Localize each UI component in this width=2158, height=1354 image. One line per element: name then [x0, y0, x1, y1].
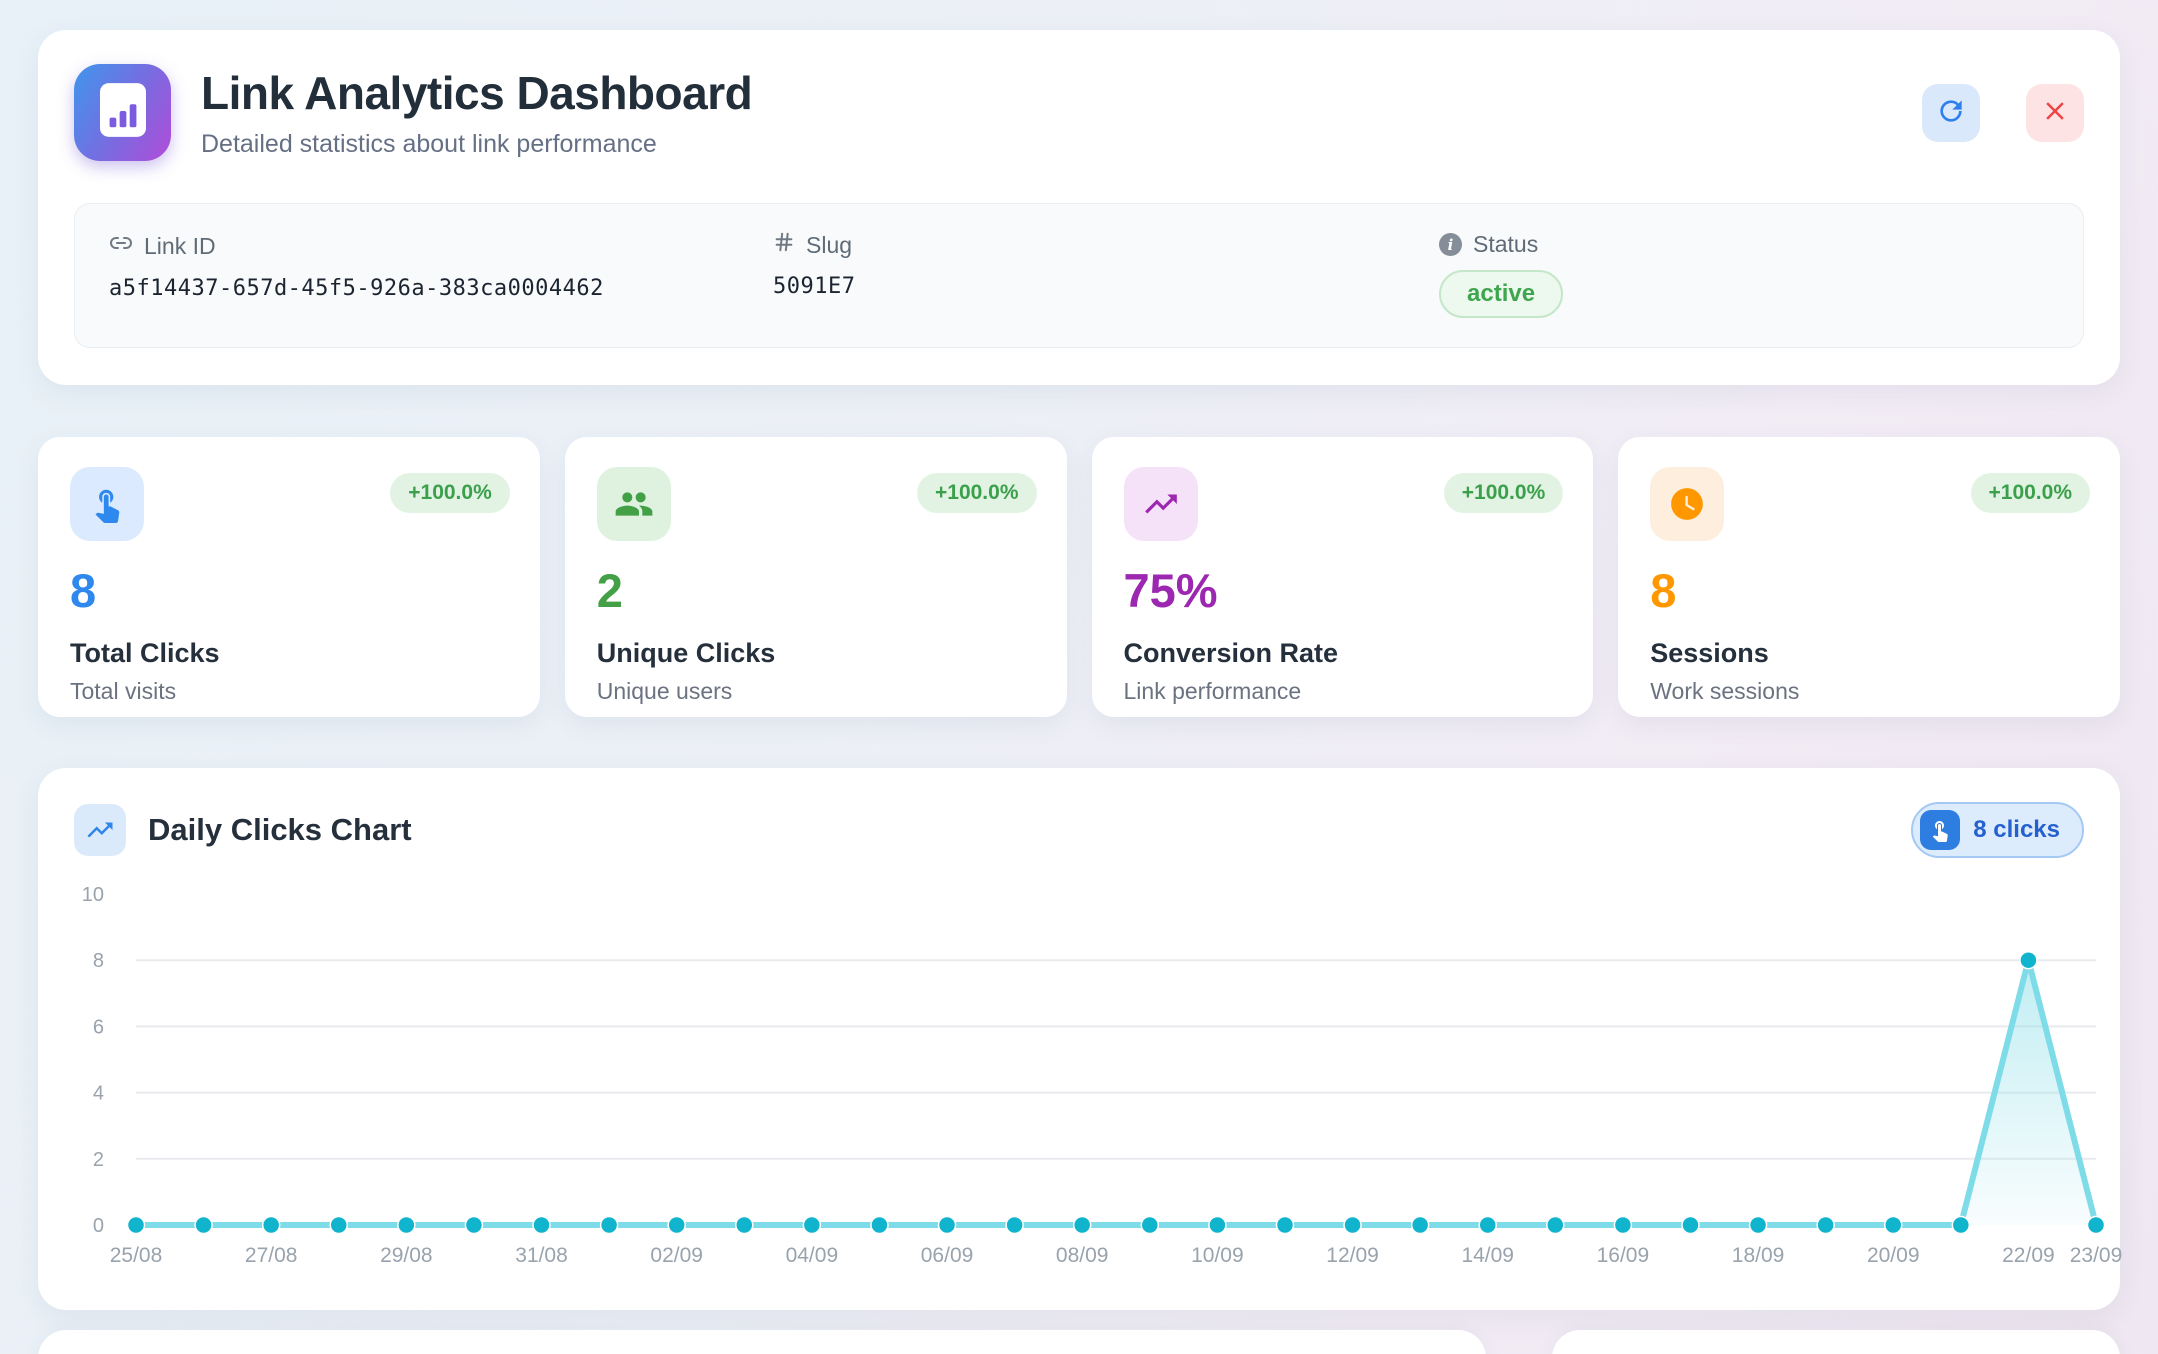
daily-clicks-chart-card: Daily Clicks Chart 8 clicks 0 2 4 6 8 10 25/08… — [38, 768, 2120, 1310]
change-badge: +100.0% — [1444, 473, 1564, 513]
app-logo — [74, 64, 171, 161]
total-clicks-chip[interactable]: 8 clicks — [1911, 802, 2084, 858]
slug-field: Slug 5091E7 — [773, 231, 1439, 347]
tap-icon — [1920, 810, 1960, 850]
link-info-bar: Link ID a5f14437-657d-45f5-926a-383ca000… — [74, 203, 2084, 348]
svg-text:10/09: 10/09 — [1191, 1244, 1244, 1267]
svg-text:0: 0 — [93, 1215, 104, 1237]
svg-text:18/09: 18/09 — [1732, 1244, 1785, 1267]
stats-row: +100.0% 8 Total Clicks Total visits +100… — [38, 437, 2120, 717]
users-icon — [597, 467, 671, 541]
chart-title: Daily Clicks Chart — [148, 812, 412, 848]
svg-text:25/08: 25/08 — [110, 1244, 163, 1267]
stat-subtitle: Unique users — [597, 678, 1035, 705]
tap-icon — [70, 467, 144, 541]
svg-text:27/08: 27/08 — [245, 1244, 298, 1267]
link-id-field: Link ID a5f14437-657d-45f5-926a-383ca000… — [109, 231, 773, 347]
stat-card-unique-clicks: +100.0% 2 Unique Clicks Unique users — [565, 437, 1067, 717]
bar-chart-icon — [100, 83, 146, 142]
stat-subtitle: Link performance — [1124, 678, 1562, 705]
change-badge: +100.0% — [1971, 473, 2091, 513]
header-card: Link Analytics Dashboard Detailed statis… — [38, 30, 2120, 385]
stat-card-sessions: +100.0% 8 Sessions Work sessions — [1618, 437, 2120, 717]
stat-card-conversion-rate: +100.0% 75% Conversion Rate Link perform… — [1092, 437, 1594, 717]
stat-value: 75% — [1124, 563, 1562, 618]
line-chart-icon — [74, 804, 126, 856]
link-id-label: Link ID — [144, 233, 216, 260]
stat-subtitle: Work sessions — [1650, 678, 2088, 705]
svg-text:29/08: 29/08 — [380, 1244, 433, 1267]
clock-icon — [1650, 467, 1724, 541]
svg-text:14/09: 14/09 — [1461, 1244, 1514, 1267]
bottom-right-card — [1552, 1330, 2120, 1354]
svg-text:4: 4 — [93, 1083, 104, 1105]
svg-text:6: 6 — [93, 1016, 104, 1038]
trending-up-icon — [1124, 467, 1198, 541]
svg-text:2: 2 — [93, 1149, 104, 1171]
svg-text:22/09: 22/09 — [2002, 1244, 2055, 1267]
link-icon — [109, 231, 133, 261]
change-badge: +100.0% — [390, 473, 510, 513]
change-badge: +100.0% — [917, 473, 1037, 513]
close-button[interactable] — [2026, 84, 2084, 142]
clicks-chip-label: 8 clicks — [1973, 816, 2060, 844]
svg-text:02/09: 02/09 — [650, 1244, 703, 1267]
status-label: Status — [1473, 231, 1538, 258]
hash-icon — [773, 231, 795, 259]
info-icon: i — [1439, 233, 1462, 256]
stat-title: Total Clicks — [70, 638, 508, 669]
svg-text:31/08: 31/08 — [515, 1244, 568, 1267]
slug-value: 5091E7 — [773, 274, 1439, 299]
stat-title: Unique Clicks — [597, 638, 1035, 669]
svg-text:10: 10 — [82, 884, 104, 906]
stat-value: 2 — [597, 563, 1035, 618]
svg-text:20/09: 20/09 — [1867, 1244, 1920, 1267]
svg-text:06/09: 06/09 — [921, 1244, 974, 1267]
refresh-button[interactable] — [1922, 84, 1980, 142]
link-id-value: a5f14437-657d-45f5-926a-383ca0004462 — [109, 276, 773, 301]
stat-value: 8 — [70, 563, 508, 618]
svg-text:16/09: 16/09 — [1597, 1244, 1650, 1267]
close-icon — [2040, 96, 2070, 129]
svg-text:12/09: 12/09 — [1326, 1244, 1379, 1267]
svg-text:08/09: 08/09 — [1056, 1244, 1109, 1267]
status-badge: active — [1439, 270, 1563, 318]
svg-text:8: 8 — [93, 950, 104, 972]
daily-clicks-line-chart: 0 2 4 6 8 10 25/08 27/08 29/08 31/08 02/09 04/09 06/… — [60, 870, 2140, 1300]
page-subtitle: Detailed statistics about link performan… — [201, 130, 752, 159]
stat-title: Sessions — [1650, 638, 2088, 669]
status-field: i Status active — [1439, 231, 2083, 347]
slug-label: Slug — [806, 232, 852, 259]
stat-card-total-clicks: +100.0% 8 Total Clicks Total visits — [38, 437, 540, 717]
page-title: Link Analytics Dashboard — [201, 66, 752, 120]
bottom-left-card — [38, 1330, 1486, 1354]
svg-text:04/09: 04/09 — [786, 1244, 839, 1267]
refresh-icon — [1935, 95, 1967, 130]
stat-value: 8 — [1650, 563, 2088, 618]
svg-text:23/09: 23/09 — [2070, 1244, 2123, 1267]
stat-title: Conversion Rate — [1124, 638, 1562, 669]
stat-subtitle: Total visits — [70, 678, 508, 705]
